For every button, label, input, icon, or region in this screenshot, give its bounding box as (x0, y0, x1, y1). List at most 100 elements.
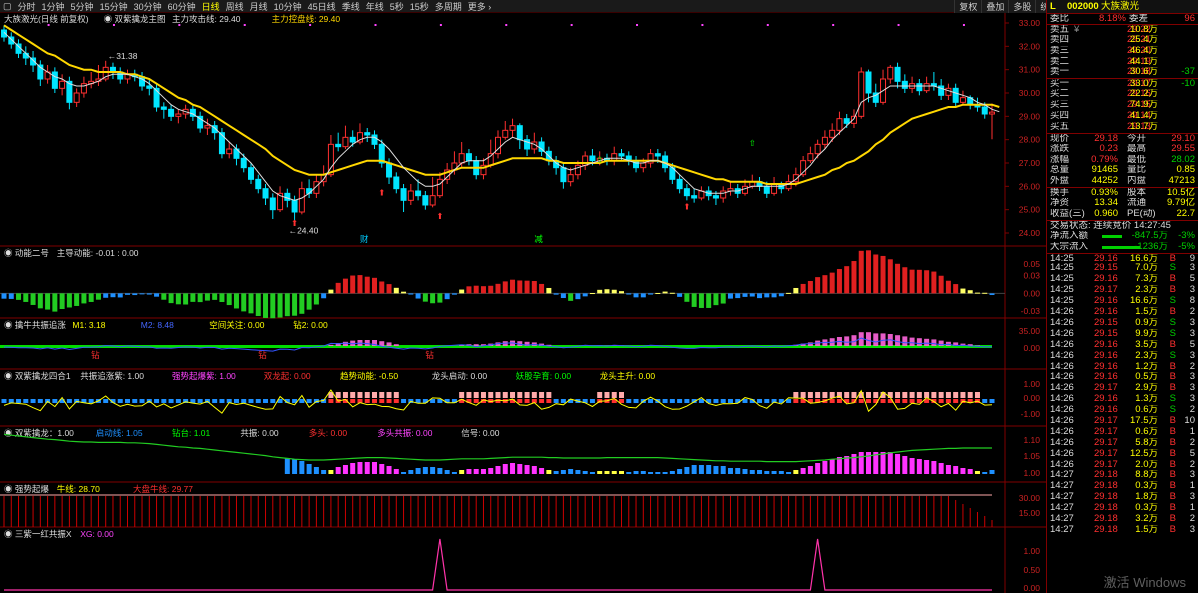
p4-cell (197, 399, 203, 403)
period-tab-4[interactable]: 15分钟 (97, 0, 131, 12)
tick-row-cell: 1 (1189, 426, 1195, 437)
candle-body (364, 132, 371, 136)
p4-tick: 0.00 (1023, 393, 1040, 403)
p2-bar (786, 292, 792, 294)
period-tab-17[interactable]: 更多 › (465, 0, 495, 12)
p4-cell-top (815, 392, 821, 398)
period-tab-16[interactable]: 多周期 (432, 0, 465, 12)
tick-row-cell: 29.15 (1094, 328, 1118, 339)
p4-cell-top (546, 392, 552, 398)
period-tab-8[interactable]: 周线 (223, 0, 247, 12)
p4-cell (248, 399, 254, 403)
p2-bar (364, 276, 370, 294)
stat-row-4-cell: 47213 (1168, 176, 1195, 187)
period-tab-9[interactable]: 月线 (247, 0, 271, 12)
p2-bar (909, 269, 915, 294)
p5-bar (931, 461, 937, 474)
period-tab-0[interactable]: ▢ (0, 1, 15, 12)
p3-tick: 35.00 (1019, 326, 1041, 336)
period-tab-10[interactable]: 10分钟 (271, 0, 305, 12)
flow-row-0-cell: -3% (1178, 230, 1195, 241)
period-tab-2[interactable]: 1分钟 (39, 0, 68, 12)
tick-row-cell: 1.5万 (1135, 307, 1158, 318)
tick-row-cell: 1.5万 (1135, 524, 1158, 535)
stat-row-1-cell: 最高 (1127, 143, 1147, 154)
p2-bar (74, 293, 80, 306)
p4-cell (473, 399, 479, 403)
tick-row-cell: 3 (1189, 372, 1195, 383)
period-tab-12[interactable]: 季线 (339, 0, 363, 12)
main-indicator-2: 主力控盘线: 29.40 (272, 14, 341, 24)
candle-body (538, 141, 545, 152)
p5-bar (488, 468, 494, 474)
p5-bar (815, 463, 821, 474)
sell-level-5: 卖五 ¥29.22 10.8万 (1047, 23, 1198, 35)
p5-tick: 1.10 (1023, 435, 1040, 445)
p4-tick: -1.00 (1021, 409, 1041, 419)
p2-tick: -0.03 (1021, 306, 1041, 316)
tick-row-cell: S (1169, 296, 1176, 307)
p2-bar (873, 254, 879, 294)
period-tab-13[interactable]: 年线 (363, 0, 387, 12)
period-tab-11[interactable]: 45日线 (305, 0, 339, 12)
p4-cell (684, 399, 690, 403)
p5-bar (568, 469, 574, 474)
p5-bar (916, 459, 922, 474)
tick-row-cell: 14:26 (1050, 437, 1074, 448)
tick-row-cell: 7.0万 (1135, 263, 1158, 274)
tool-button-2[interactable]: 多股 (1008, 0, 1035, 13)
p5-bar (510, 463, 516, 474)
period-tab-6[interactable]: 60分钟 (165, 0, 199, 12)
tool-button-0[interactable]: 复权 (954, 0, 981, 13)
p4-cell (299, 399, 305, 403)
p5-bar (880, 452, 886, 474)
price-tick-label: 28.00 (1019, 135, 1041, 145)
p3-bar (473, 344, 479, 346)
p2-tick: 0.03 (1023, 271, 1040, 281)
sell-level-4: 卖四 29.21 25.4万 (1047, 35, 1198, 46)
p4-cell-top (953, 392, 959, 398)
p3-tick: 0.00 (1023, 343, 1040, 353)
p2-bar (8, 293, 14, 299)
tick-row: 14:26 29.16 3.5万 B 5 (1047, 340, 1198, 351)
tool-button-1[interactable]: 叠加 (981, 0, 1008, 13)
p5-bar (582, 471, 588, 474)
p4-cell-top (335, 392, 341, 398)
p4-cell (66, 399, 72, 403)
period-tab-14[interactable]: 5秒 (387, 0, 407, 12)
p2-bar (851, 261, 857, 294)
p2-bar (669, 292, 675, 294)
buy-level-3-cell: 买三 (1050, 100, 1070, 111)
stat-row-2-cell: 0.79% (1091, 154, 1118, 165)
sell-level-1-cell: 30.6万 (1130, 67, 1158, 78)
stat-row-1-cell: 29.55 (1171, 143, 1195, 154)
period-tab-1[interactable]: 分时 (15, 0, 39, 12)
p5-bar (786, 472, 792, 474)
p2-bar (110, 293, 116, 298)
p4-cell (379, 399, 385, 403)
price-tick-label: 29.00 (1019, 111, 1041, 121)
signal-dot (962, 24, 965, 26)
p5-bar (560, 470, 566, 474)
p4-cell-top (350, 392, 356, 398)
candle-body (204, 125, 211, 129)
p2-bar (473, 285, 479, 294)
period-tab-7[interactable]: 日线 (199, 0, 223, 12)
p3-bar (931, 339, 937, 346)
price-tick-label: 30.00 (1019, 88, 1041, 98)
chart-area[interactable]: 33.00 32.00 31.00 30.00 29.00 28.00 27.00 26.00… (0, 13, 1046, 593)
period-tab-3[interactable]: 5分钟 (68, 0, 97, 12)
period-tab-5[interactable]: 30分钟 (131, 0, 165, 12)
stat-row-0-cell: 现价 (1050, 132, 1070, 144)
tick-row-cell: 5 (1189, 274, 1195, 285)
tick-row-cell: 14:26 (1050, 328, 1074, 339)
tick-row-cell: B (1169, 252, 1176, 264)
tick-row-cell: 14:26 (1050, 307, 1074, 318)
p2-bar (146, 293, 152, 295)
tick-row: 14:25 29.16 16.6万 S 8 (1047, 296, 1198, 307)
p4-cell-top (844, 392, 850, 398)
candle-body (814, 143, 821, 155)
p4-cell (662, 399, 668, 403)
period-tab-15[interactable]: 15秒 (407, 0, 432, 12)
flow-row-0-cell: 净流入额 (1050, 230, 1089, 241)
